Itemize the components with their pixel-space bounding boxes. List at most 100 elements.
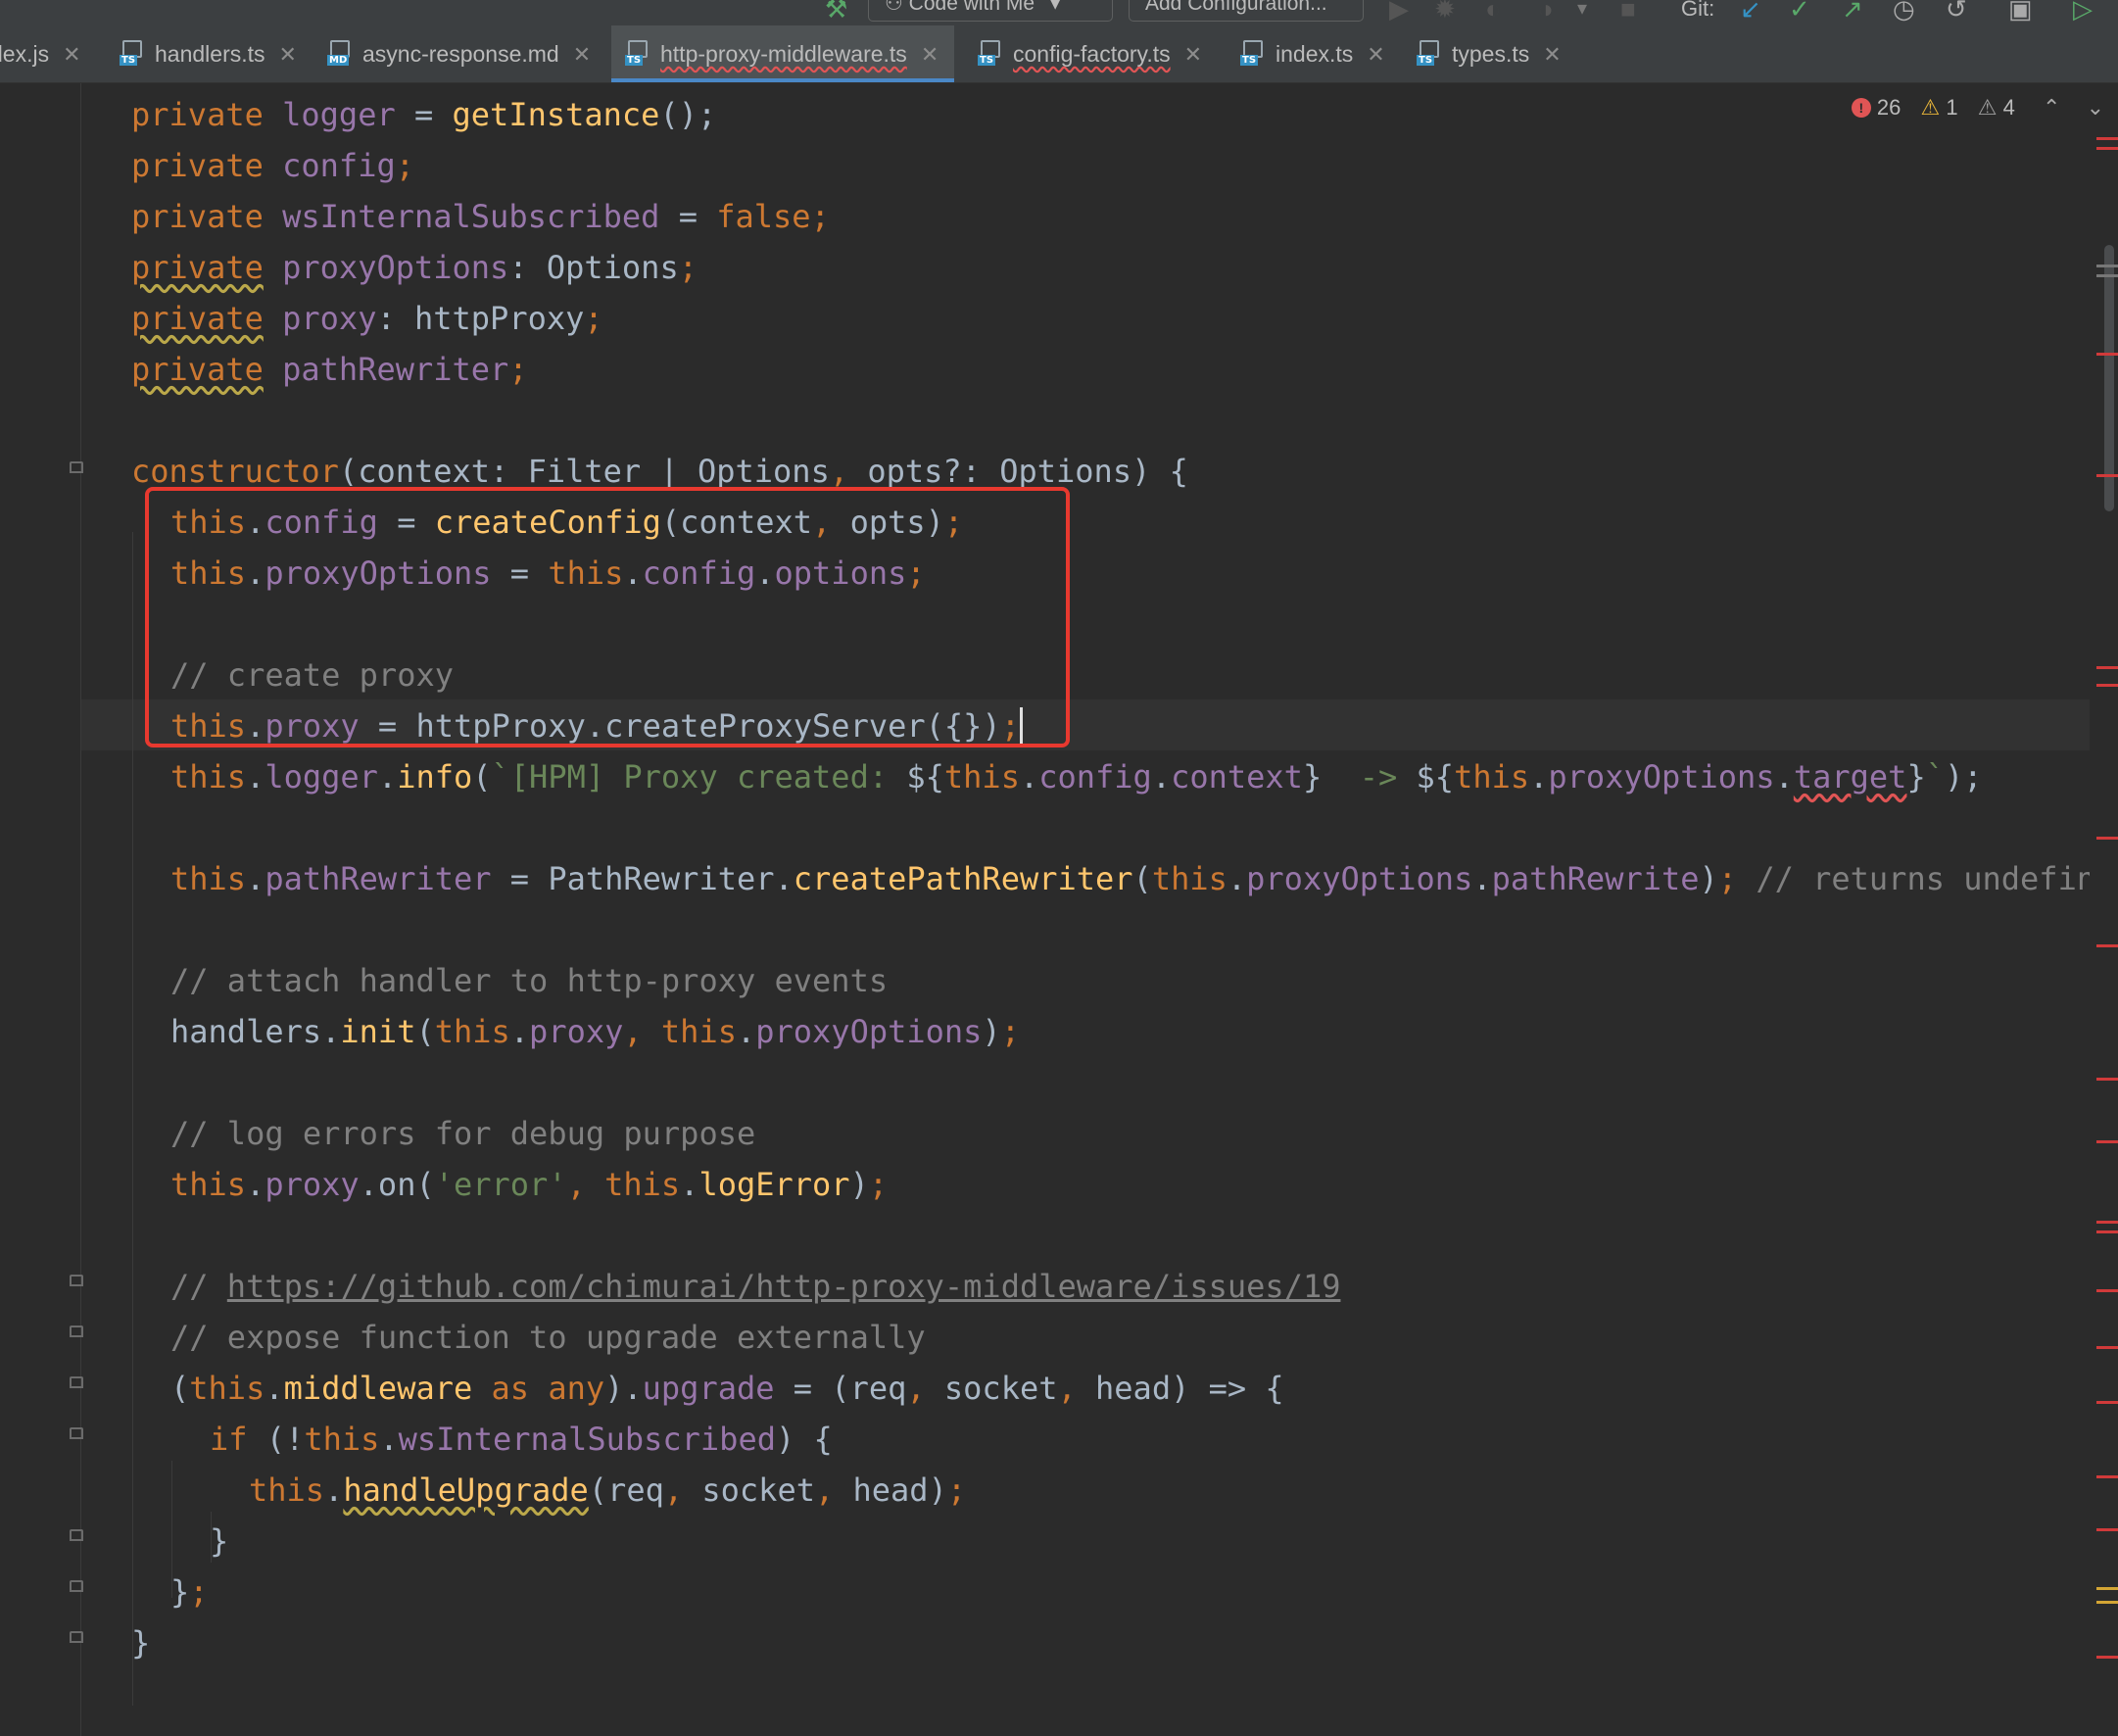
- error-stripe-marker[interactable]: [2096, 353, 2118, 356]
- code-comment[interactable]: // https://github.com/chimurai/http-prox…: [170, 1261, 1340, 1312]
- tab-types-ts[interactable]: TS types.ts ✕: [1417, 25, 1562, 82]
- markdown-file-icon: MD: [327, 40, 353, 66]
- tab-label: config-factory.ts: [1013, 41, 1171, 67]
- code-line[interactable]: private config;: [131, 140, 414, 191]
- stop-icon[interactable]: ■: [1620, 0, 1636, 22]
- main-toolbar: ⚒ ⚇ Code with Me ▾ Add Configuration... …: [0, 0, 2118, 26]
- code-comment[interactable]: // expose function to upgrade externally: [170, 1312, 926, 1363]
- tab-index-ts[interactable]: TS index.ts ✕: [1240, 25, 1385, 82]
- code-line[interactable]: }: [131, 1617, 150, 1668]
- error-stripe-marker[interactable]: [2096, 944, 2118, 947]
- run-icon[interactable]: ▶: [1389, 0, 1409, 22]
- error-stripe-marker[interactable]: [2096, 1528, 2118, 1531]
- close-icon[interactable]: ✕: [279, 42, 297, 67]
- code-with-me-label: Code with Me: [908, 0, 1035, 15]
- weak-warning-count: 4: [2002, 95, 2015, 121]
- error-stripe-marker[interactable]: [2096, 474, 2118, 477]
- tab-http-proxy-middleware-ts[interactable]: TS http-proxy-middleware.ts ✕: [611, 25, 955, 82]
- typescript-file-icon: TS: [120, 40, 145, 66]
- typescript-file-icon: TS: [978, 40, 1003, 66]
- warning-count: 1: [1946, 95, 1958, 121]
- code-line[interactable]: handlers.init(this.proxy, this.proxyOpti…: [170, 1006, 1020, 1057]
- code-line[interactable]: }: [210, 1516, 228, 1567]
- error-stripe-marker[interactable]: [2096, 1140, 2118, 1143]
- close-icon[interactable]: ✕: [921, 42, 939, 67]
- typescript-file-icon: TS: [625, 40, 650, 66]
- warning-stripe-marker[interactable]: [2096, 1587, 2118, 1590]
- project-structure-icon[interactable]: ▣: [2008, 0, 2033, 22]
- code-line[interactable]: private logger = getInstance();: [131, 89, 716, 140]
- tab-handlers-ts[interactable]: TS handlers.ts ✕: [120, 25, 297, 82]
- tab-label: index.ts: [1276, 41, 1354, 67]
- close-icon[interactable]: ✕: [1184, 42, 1202, 67]
- code-line[interactable]: private proxy: httpProxy;: [131, 293, 603, 344]
- profile-icon[interactable]: ◑: [1538, 0, 1554, 22]
- code-line[interactable]: (this.middleware as any).upgrade = (req,…: [170, 1363, 1284, 1414]
- inspections-widget[interactable]: ! 26 ⚠ 1 ⚠ 4 ⌃ ⌄: [1851, 94, 2104, 123]
- warning-icon: ⚠: [1920, 95, 1941, 121]
- code-line[interactable]: if (!this.wsInternalSubscribed) {: [210, 1414, 833, 1465]
- code-line[interactable]: private pathRewriter;: [131, 344, 528, 395]
- code-comment[interactable]: // attach handler to http-proxy events: [170, 955, 888, 1006]
- close-icon[interactable]: ✕: [1543, 42, 1561, 67]
- code-line[interactable]: private wsInternalSubscribed = false;: [131, 191, 830, 242]
- code-comment[interactable]: // log errors for debug purpose: [170, 1108, 755, 1159]
- debug-icon[interactable]: ✹: [1434, 0, 1456, 22]
- tab-index-js[interactable]: dex.js ✕: [0, 25, 81, 82]
- tab-config-factory-ts[interactable]: TS config-factory.ts ✕: [978, 25, 1202, 82]
- error-icon: !: [1851, 98, 1871, 119]
- error-stripe-marker[interactable]: [2096, 666, 2118, 669]
- git-commit-icon[interactable]: ✓: [1789, 0, 1810, 22]
- vertical-scrollbar[interactable]: [2104, 245, 2114, 511]
- code-line[interactable]: this.proxy.on('error', this.logError);: [170, 1159, 888, 1210]
- code-line[interactable]: this.handleUpgrade(req, socket, head);: [249, 1465, 966, 1516]
- code-line[interactable]: this.pathRewriter = PathRewriter.createP…: [170, 853, 2090, 904]
- code-line[interactable]: };: [170, 1567, 209, 1617]
- code-line[interactable]: this.logger.info(`[HPM] Proxy created: $…: [170, 751, 1983, 802]
- close-icon[interactable]: ✕: [573, 42, 591, 67]
- highlight-annotation-box: [145, 487, 1070, 747]
- error-stripe-marker[interactable]: [2096, 1656, 2118, 1659]
- weak-warning-icon: ⚠: [1977, 95, 1998, 121]
- error-stripe-marker[interactable]: [2096, 1230, 2118, 1233]
- git-rollback-icon[interactable]: ↺: [1946, 0, 1967, 22]
- code-editor[interactable]: private logger = getInstance(); private …: [81, 83, 2090, 1736]
- error-stripe-marker[interactable]: [2096, 684, 2118, 687]
- tab-label: async-response.md: [362, 41, 559, 67]
- error-stripe-marker[interactable]: [2096, 1401, 2118, 1404]
- error-stripe-marker[interactable]: [2096, 265, 2118, 267]
- error-stripe-marker[interactable]: [2096, 1221, 2118, 1224]
- chevron-down-icon[interactable]: ▾: [1577, 0, 1587, 22]
- close-icon[interactable]: ✕: [1367, 42, 1384, 67]
- tab-label: dex.js: [0, 41, 50, 67]
- code-line[interactable]: private proxyOptions: Options;: [131, 242, 698, 293]
- hammer-icon[interactable]: ⚒: [825, 0, 847, 22]
- tab-async-response-md[interactable]: MD async-response.md ✕: [327, 25, 591, 82]
- tab-label: handlers.ts: [155, 41, 265, 67]
- chevron-down-icon[interactable]: ⌄: [2087, 95, 2104, 121]
- add-configuration-button[interactable]: Add Configuration...: [1129, 0, 1364, 22]
- warning-stripe-marker[interactable]: [2096, 1601, 2118, 1604]
- coverage-icon[interactable]: ◐: [1485, 0, 1501, 22]
- error-stripe-marker[interactable]: [2096, 837, 2118, 840]
- error-stripe-marker[interactable]: [2096, 1289, 2118, 1292]
- typescript-file-icon: TS: [1240, 40, 1266, 66]
- error-stripe-marker[interactable]: [2096, 1346, 2118, 1349]
- git-history-icon[interactable]: ◷: [1893, 0, 1915, 22]
- error-stripe-marker[interactable]: [2096, 1078, 2118, 1081]
- git-update-icon[interactable]: ↙: [1740, 0, 1761, 22]
- code-with-me-button[interactable]: ⚇ Code with Me ▾: [868, 0, 1113, 22]
- error-stripe-marker[interactable]: [2096, 274, 2118, 277]
- tab-label: types.ts: [1452, 41, 1530, 67]
- editor-gutter[interactable]: [0, 83, 83, 1736]
- error-stripe-marker[interactable]: [2096, 1475, 2118, 1478]
- git-push-icon[interactable]: ↗: [1842, 0, 1863, 22]
- error-stripe-marker[interactable]: [2096, 147, 2118, 150]
- chevron-up-icon[interactable]: ⌃: [2043, 95, 2060, 121]
- chevron-down-icon: ▾: [1049, 0, 1061, 15]
- run-window-icon[interactable]: ▷: [2073, 0, 2093, 22]
- close-icon[interactable]: ✕: [63, 42, 80, 67]
- issue-link[interactable]: https://github.com/chimurai/http-proxy-m…: [227, 1268, 1341, 1305]
- git-label: Git:: [1681, 0, 1715, 21]
- error-stripe-marker[interactable]: [2096, 137, 2118, 140]
